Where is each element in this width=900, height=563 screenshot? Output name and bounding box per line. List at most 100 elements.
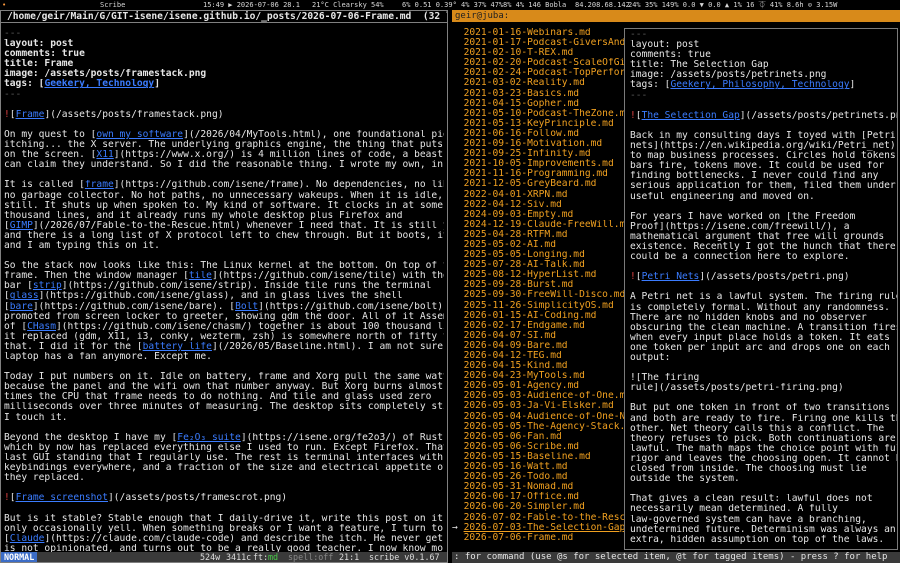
file-list-item[interactable]: 2021-05-13-KeyPrinciple.md [452,119,624,129]
editor-line[interactable]: thousand lines, and it already runs my w… [4,211,444,221]
file-list-item[interactable]: 2021-03-02-Reality.md [452,78,624,88]
file-list-item[interactable]: 2021-02-20-Podcast-ScaleOfGivi [452,58,624,68]
file-list-item[interactable]: 2026-05-26-Todo.md [452,472,624,482]
editor-line[interactable]: still. It shuts up when spoken to. My ki… [4,201,444,211]
editor-line[interactable]: keybindings everywhere, and a fraction o… [4,463,444,473]
file-list-item[interactable]: 2021-02-24-Podcast-TopPerforma [452,68,624,78]
editor-line[interactable] [4,120,444,130]
editor-line[interactable] [4,483,444,493]
file-list-item[interactable]: 2024-09-03-Empty.md [452,210,624,220]
editor-line[interactable]: frame. Then the window manager [tile](ht… [4,271,444,281]
file-list-item[interactable]: 2025-07-28-AI-Talk.md [452,260,624,270]
editor-line[interactable]: But is it stable? Stable enough that I d… [4,514,444,524]
editor-line[interactable]: can claim they understand. So I did the … [4,160,444,170]
file-list-item[interactable]: 2026-04-23-MyTools.md [452,371,624,381]
file-list-item[interactable]: 2021-01-17-Podcast-GiversAndTa [452,38,624,48]
editor-line[interactable]: layout: post [4,39,444,49]
editor-line[interactable]: promoted from screen locker to greeter, … [4,312,444,322]
editor-line[interactable]: So the stack now looks like this: The Li… [4,261,444,271]
editor-line[interactable]: title: Frame [4,59,444,69]
editor-line[interactable]: which by now has replaced everything els… [4,443,444,453]
file-list-item[interactable]: 2021-05-10-Podcast-TheZone.md [452,109,624,119]
file-list-item[interactable]: 2026-05-03-Ja-Vi-Elsker.md [452,401,624,411]
workspace-dot[interactable]: • [2,0,6,10]
file-list-item[interactable]: 2021-11-16-Programming.md [452,169,624,179]
command-hint-line[interactable]: : for command (use @s for selected item,… [452,552,900,563]
editor-line[interactable] [4,251,444,261]
editor-line[interactable]: Today I put numbers on it. Idle on batte… [4,372,444,382]
file-list-item[interactable]: 2025-05-02-AI.md [452,240,624,250]
file-list-item[interactable]: 2026-04-15-Kind.md [452,361,624,371]
file-list-item[interactable]: 2021-01-16-Webinars.md [452,28,624,38]
editor-line[interactable]: --- [4,90,444,100]
editor-pane[interactable]: /home/geir/Main/G/GIT-isene/isene.github… [0,10,448,563]
file-list-item[interactable]: 2022-04-01-XRPN.md [452,190,624,200]
file-list-item[interactable]: 2026-05-04-Audience-of-One-Num [452,412,624,422]
editor-line[interactable]: because the panel and the wifi own that … [4,382,444,392]
editor-line[interactable]: Beyond the desktop I have my [Fe₂O₃ suit… [4,433,444,443]
editor-line[interactable]: [bare](https://github.com/isene/bare). [… [4,302,444,312]
editor-line[interactable]: times the CPU that frame needs to do not… [4,392,444,402]
file-list-item[interactable]: 2026-01-15-AI-Coding.md [452,311,624,321]
file-list-item[interactable]: 2021-03-23-Basics.md [452,89,624,99]
file-list-item[interactable]: 2025-04-28-RTFM.md [452,230,624,240]
editor-line[interactable]: I touch it. [4,413,444,423]
file-list-item[interactable]: 2026-05-06-Scribe.md [452,442,624,452]
file-list-item[interactable]: 2026-07-06-Frame.md [452,533,624,543]
file-list-item[interactable]: 2026-02-17-Endgame.md [452,321,624,331]
editor-line[interactable]: itching... the X server. The underlying … [4,140,444,150]
file-list-item[interactable]: 2026-06-17-Office.md [452,492,624,502]
file-list-item[interactable]: 2021-12-05-GreyBeard.md [452,179,624,189]
file-list-item[interactable]: 2026-05-06-Fan.md [452,432,624,442]
editor-line[interactable]: and I am typing this on it. [4,241,444,251]
file-list-item[interactable]: 2026-05-16-Watt.md [452,462,624,472]
editor-line[interactable]: it replaced (gdm, X11, i3, conky, wezter… [4,332,444,342]
editor-line[interactable]: only occasionally yell. When something b… [4,524,444,534]
file-list-item[interactable]: 2025-09-28-Burst.md [452,280,624,290]
editor-line[interactable] [4,362,444,372]
editor-line[interactable]: bar [strip](https://github.com/isene/str… [4,281,444,291]
editor-line[interactable] [4,503,444,513]
file-list-item[interactable]: 2026-06-20-Simpler.md [452,502,624,512]
file-list-item[interactable]: → 2026-07-03-The-Selection-Gap.md [452,523,624,533]
editor-line[interactable]: that. I did it for the [battery life](/2… [4,342,444,352]
file-list-item[interactable]: 2021-02-10-T-REX.md [452,48,624,58]
editor-line[interactable]: tags: [Geekery, Technology] [4,79,444,89]
file-list-item[interactable]: 2026-04-12-TEG.md [452,351,624,361]
editor-line[interactable] [4,170,444,180]
file-list-item[interactable]: 2026-04-09-Bare.md [452,341,624,351]
file-list-item[interactable]: 2026-05-31-Nomad.md [452,482,624,492]
editor-line[interactable]: ![Frame screenshot](/assets/posts/frames… [4,493,444,503]
file-list-item[interactable]: 2025-08-12-HyperList.md [452,270,624,280]
editor-line[interactable]: On my quest to [own my software](/2026/0… [4,130,444,140]
editor-line[interactable]: last GUI standing that I regularly use. … [4,453,444,463]
file-list-item[interactable]: 2021-06-16-Follow.md [452,129,624,139]
editor-line[interactable]: [Claude](https://claude.com/claude-code)… [4,534,444,544]
file-list[interactable]: 2021-01-16-Webinars.md 2021-01-17-Podcas… [452,28,624,548]
editor-line[interactable]: ![Frame](/assets/posts/framestack.png) [4,110,444,120]
editor-line[interactable]: It is called [frame](https://github.com/… [4,180,444,190]
file-list-item[interactable]: 2021-04-15-Gopher.md [452,99,624,109]
editor-line[interactable]: [GIMP](/2026/07/Fable-to-the-Rescue.html… [4,221,444,231]
editor-line[interactable]: image: /assets/posts/framestack.png [4,69,444,79]
editor-line[interactable]: laptop has a fan anymore. Except me. [4,352,444,362]
file-list-item[interactable]: 2026-04-07-SI.md [452,331,624,341]
file-manager-pane[interactable]: geir@juba: 2021-01-16-Webinars.md 2021-0… [452,10,900,563]
editor-line[interactable]: and there is a long list of X protocol l… [4,231,444,241]
editor-line[interactable]: [glass](https://github.com/isene/glass),… [4,291,444,301]
file-list-item[interactable]: 2021-10-05-Improvements.md [452,159,624,169]
editor-line[interactable]: comments: true [4,49,444,59]
file-list-item[interactable]: 2024-12-19-Claude-FreeWill.md [452,220,624,230]
file-list-item[interactable]: 2022-04-12-Siv.md [452,200,624,210]
file-list-item[interactable]: 2025-11-26-SimplicityOS.md [452,301,624,311]
editor-line[interactable]: of [CHasm](https://github.com/isene/chas… [4,322,444,332]
editor-line[interactable]: they replaced. [4,473,444,483]
file-list-item[interactable]: 2026-05-01-Agency.md [452,381,624,391]
editor-line[interactable] [4,423,444,433]
file-list-item[interactable]: 2026-05-15-Baseline.md [452,452,624,462]
file-list-item[interactable]: 2021-09-25-Infinity.md [452,149,624,159]
editor-line[interactable]: milliseconds over three minutes of measu… [4,402,444,412]
file-list-item[interactable]: 2025-09-30-FreeWill-Disco.md [452,290,624,300]
editor-text-area[interactable]: --- layout: post comments: true title: Fram… [4,29,444,554]
editor-line[interactable]: on the screen. [X11](https://www.x.org/)… [4,150,444,160]
